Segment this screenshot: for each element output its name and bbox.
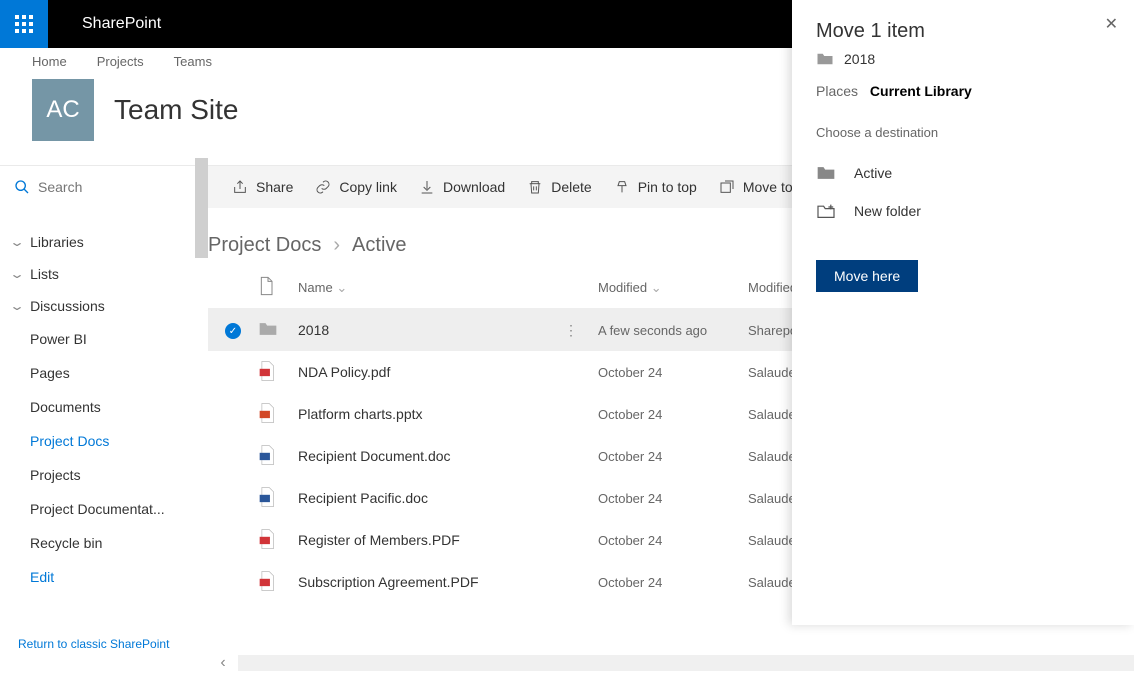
site-title: Team Site <box>114 94 239 126</box>
folder-icon <box>816 52 834 66</box>
pin-icon <box>614 179 630 195</box>
file-type-icon <box>258 444 298 469</box>
file-type-icon <box>258 321 298 340</box>
col-modified[interactable]: Modified ⌄ <box>598 280 748 296</box>
cmd-download[interactable]: Download <box>419 179 505 195</box>
cmd-moveto[interactable]: Move to <box>719 179 793 195</box>
move-panel: ✕ Move 1 item 2018 Places Current Librar… <box>792 0 1134 625</box>
chevron-down-icon: ⌄ <box>9 235 25 249</box>
brand-label: SharePoint <box>82 15 161 33</box>
globalnav-link[interactable]: Projects <box>97 54 144 69</box>
nav-edit-link[interactable]: Edit <box>0 560 208 594</box>
file-type-icon <box>258 402 298 427</box>
cmd-share[interactable]: Share <box>232 179 293 195</box>
nav-item-documents[interactable]: Documents <box>0 390 208 424</box>
download-icon <box>419 179 435 195</box>
new-folder-icon <box>816 203 836 219</box>
choose-destination-label: Choose a destination <box>816 125 1110 140</box>
left-column: ⌄Libraries ⌄Lists ⌄Discussions Power BI … <box>0 166 208 672</box>
search-box[interactable] <box>0 166 208 208</box>
modified-date: October 24 <box>598 533 748 548</box>
file-name: Register of Members.PDF <box>298 532 460 548</box>
file-name: Subscription Agreement.PDF <box>298 574 479 590</box>
chevron-down-icon: ⌄ <box>9 267 25 281</box>
cmd-copylink[interactable]: Copy link <box>315 179 397 195</box>
modified-date: October 24 <box>598 365 748 380</box>
chevron-down-icon: ⌄ <box>9 299 25 313</box>
waffle-icon <box>15 15 33 33</box>
globalnav-link[interactable]: Teams <box>174 54 212 69</box>
checkmark-icon: ✓ <box>225 323 241 339</box>
scroll-track[interactable] <box>238 655 1134 671</box>
chevron-down-icon: ⌄ <box>651 280 662 295</box>
app-launcher[interactable] <box>0 0 48 48</box>
share-icon <box>232 179 248 195</box>
side-navigation: ⌄Libraries ⌄Lists ⌄Discussions Power BI … <box>0 208 208 594</box>
modified-date: October 24 <box>598 575 748 590</box>
search-input[interactable] <box>38 179 178 195</box>
nav-item-pages[interactable]: Pages <box>0 356 208 390</box>
destination-active[interactable]: Active <box>816 154 1110 192</box>
scroll-left-button[interactable]: ‹ <box>208 654 238 672</box>
link-icon <box>315 179 331 195</box>
site-logo[interactable]: AC <box>32 79 94 141</box>
file-type-icon <box>258 486 298 511</box>
nav-item-recyclebin[interactable]: Recycle bin <box>0 526 208 560</box>
modified-date: October 24 <box>598 449 748 464</box>
nav-item-projectdocs[interactable]: Project Docs <box>0 424 208 458</box>
file-type-icon <box>258 528 298 553</box>
nav-item-projectdocumentation[interactable]: Project Documentat... <box>0 492 208 526</box>
chevron-down-icon: ⌄ <box>336 280 347 295</box>
cmd-delete[interactable]: Delete <box>527 179 591 195</box>
nav-group-discussions[interactable]: ⌄Discussions <box>0 290 208 322</box>
panel-target: 2018 <box>816 51 1110 67</box>
panel-title: Move 1 item <box>816 20 1110 43</box>
more-actions-button[interactable]: ⋮ <box>564 322 578 339</box>
file-name: 2018 <box>298 322 329 338</box>
file-icon <box>258 276 274 296</box>
crumb-current: Active <box>352 234 406 257</box>
crumb-root[interactable]: Project Docs <box>208 234 321 257</box>
modified-date: A few seconds ago <box>598 323 748 338</box>
current-library-label: Current Library <box>870 83 972 99</box>
nav-group-lists[interactable]: ⌄Lists <box>0 258 208 290</box>
modified-date: October 24 <box>598 407 748 422</box>
file-type-icon <box>258 360 298 385</box>
left-scrollbar-thumb[interactable] <box>195 158 208 258</box>
return-classic-link[interactable]: Return to classic SharePoint <box>18 637 169 651</box>
panel-breadcrumb: Places Current Library <box>816 83 1110 99</box>
close-icon: ✕ <box>1105 16 1118 33</box>
globalnav-link[interactable]: Home <box>32 54 67 69</box>
chevron-right-icon: › <box>333 234 340 257</box>
nav-item-powerbi[interactable]: Power BI <box>0 322 208 356</box>
file-name: Recipient Document.doc <box>298 448 451 464</box>
places-link[interactable]: Places <box>816 83 858 99</box>
cmd-pintotop[interactable]: Pin to top <box>614 179 697 195</box>
file-type-icon <box>258 570 298 595</box>
file-name: NDA Policy.pdf <box>298 364 390 380</box>
file-name: Recipient Pacific.doc <box>298 490 428 506</box>
nav-group-libraries[interactable]: ⌄Libraries <box>0 226 208 258</box>
file-name: Platform charts.pptx <box>298 406 423 422</box>
move-here-button[interactable]: Move here <box>816 260 918 292</box>
destination-newfolder[interactable]: New folder <box>816 192 1110 230</box>
horizontal-scrollbar: ‹ <box>208 654 1134 672</box>
modified-date: October 24 <box>598 491 748 506</box>
folder-icon <box>816 165 836 181</box>
search-icon <box>14 179 30 195</box>
trash-icon <box>527 179 543 195</box>
close-button[interactable]: ✕ <box>1105 14 1118 34</box>
col-name[interactable]: Name ⌄ <box>298 280 598 296</box>
moveto-icon <box>719 179 735 195</box>
nav-item-projects[interactable]: Projects <box>0 458 208 492</box>
